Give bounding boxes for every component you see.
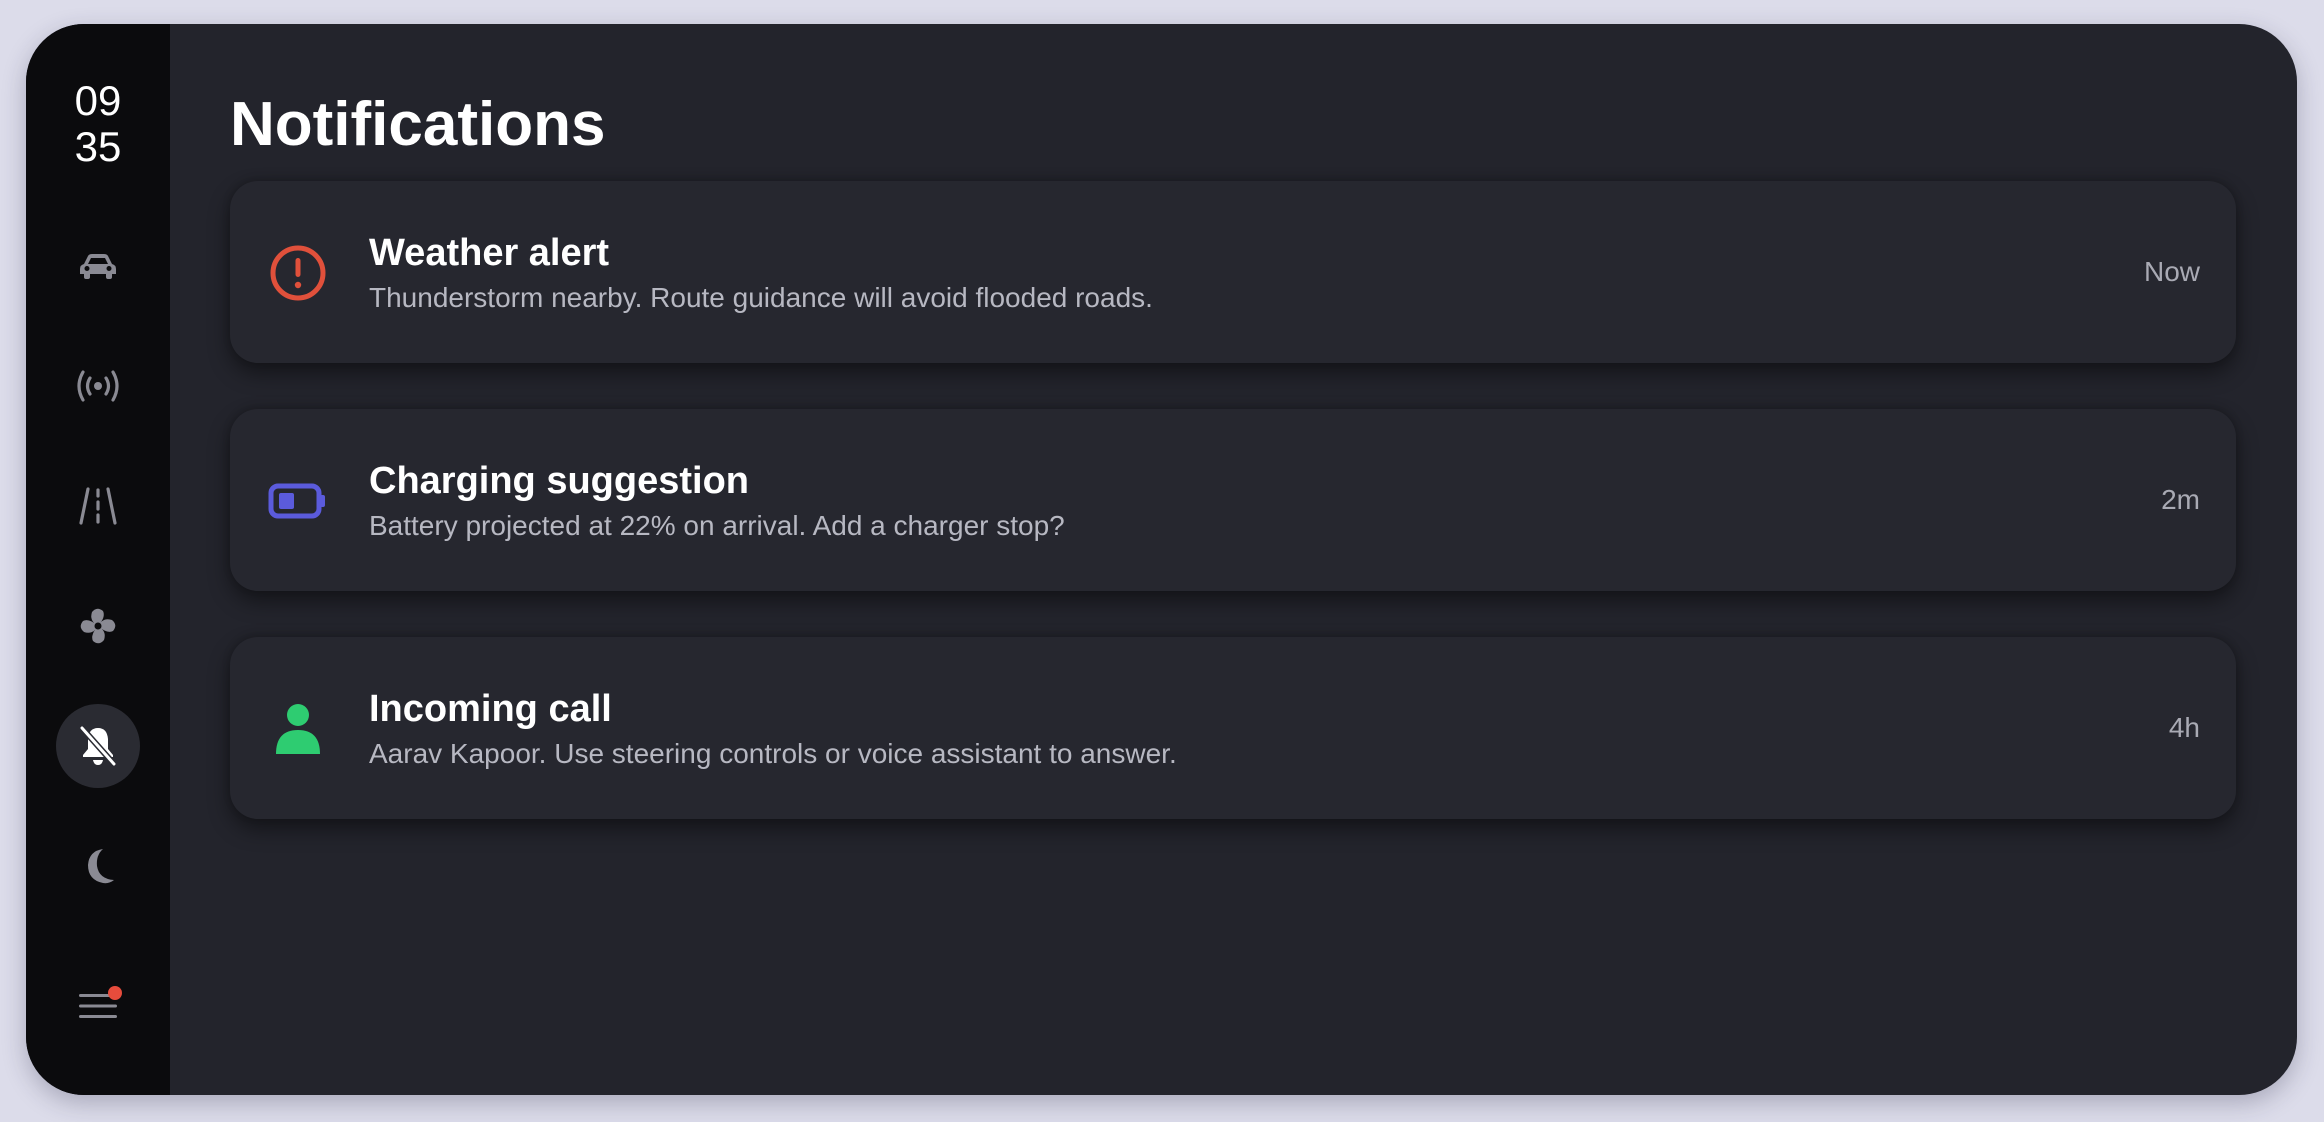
fan-icon <box>80 608 116 644</box>
road-icon <box>79 487 117 525</box>
sidebar-item-menu[interactable] <box>56 964 140 1048</box>
notification-time: Now <box>2143 256 2200 287</box>
notification-time: 2m <box>2161 484 2200 515</box>
notification-list: Weather alert Thunderstorm nearby. Route… <box>230 181 2236 865</box>
sidebar-rail: 09 35 <box>26 24 170 1095</box>
bell-off-icon <box>79 725 117 767</box>
clock-minutes: 35 <box>74 123 122 170</box>
car-icon <box>80 254 116 279</box>
device-screen: 09 35 Notifications Weather alert Thunde… <box>26 24 2297 1095</box>
sidebar-item-vehicle[interactable] <box>56 224 140 308</box>
notification-card-charging[interactable]: Charging suggestion Battery projected at… <box>230 409 2236 591</box>
page-title: Notifications <box>230 90 606 159</box>
notification-title: Incoming call <box>369 688 612 730</box>
alert-circle-icon <box>268 243 328 303</box>
notification-body: Aarav Kapoor. Use steering controls or v… <box>369 738 1177 769</box>
sidebar-item-connectivity[interactable] <box>56 344 140 428</box>
battery-icon <box>268 471 328 531</box>
moon-icon <box>88 849 114 884</box>
sidebar-item-climate[interactable] <box>56 584 140 668</box>
notification-card-weather[interactable]: Weather alert Thunderstorm nearby. Route… <box>230 181 2236 363</box>
sidebar-item-road[interactable] <box>56 464 140 548</box>
menu-notification-badge <box>108 986 122 1000</box>
sidebar-item-night-mode[interactable] <box>56 824 140 908</box>
notification-body: Thunderstorm nearby. Route guidance will… <box>369 282 1153 313</box>
clock-hours: 09 <box>74 77 122 124</box>
clock: 09 35 <box>26 78 170 170</box>
notification-title: Weather alert <box>369 232 610 274</box>
notification-card-call[interactable]: Incoming call Aarav Kapoor. Use steering… <box>230 637 2236 819</box>
notification-title: Charging suggestion <box>369 460 749 502</box>
person-icon <box>268 699 328 759</box>
notification-time: 4h <box>2168 712 2200 743</box>
broadcast-icon <box>77 370 119 402</box>
sidebar-item-notifications[interactable] <box>56 704 140 788</box>
notification-body: Battery projected at 22% on arrival. Add… <box>369 510 1065 541</box>
